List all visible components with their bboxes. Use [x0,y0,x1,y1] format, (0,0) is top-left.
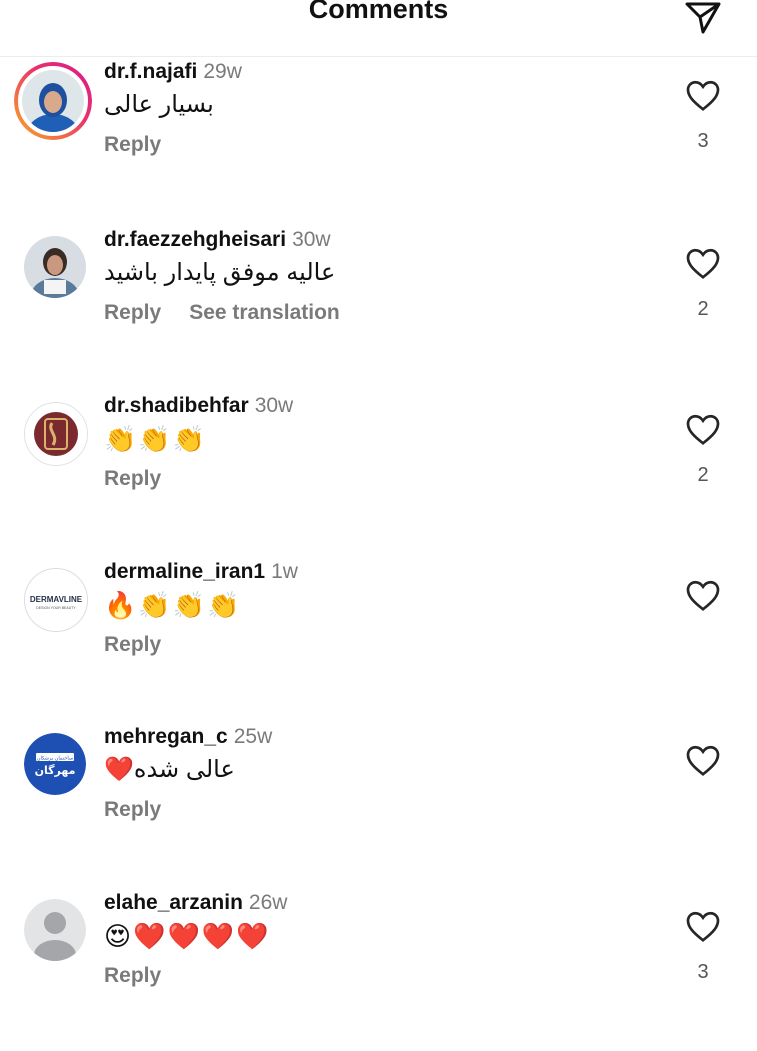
reply-button[interactable]: Reply [104,633,161,656]
mehregan-logo-main: مهرگان [35,764,76,777]
comment-text: 🔥👏👏👏 [104,590,242,620]
comment-text: 😍❤️❤️❤️❤️ [104,921,271,951]
comment-item: dr.faezzehgheisari 30w عالیه موفق پایدار … [0,228,757,388]
comment-text: عالیه موفق پایدار باشید [104,259,336,286]
reply-button[interactable]: Reply [104,798,161,821]
reply-button[interactable]: Reply [104,467,161,490]
reply-button[interactable]: Reply [104,301,161,324]
reply-button[interactable]: Reply [104,133,161,156]
username[interactable]: dr.shadibehfar [104,394,249,417]
heart-icon[interactable] [685,743,721,777]
reply-button[interactable]: Reply [104,964,161,987]
like-control [683,578,723,668]
timestamp: 30w [254,394,294,417]
comment-actions: Reply See translation [104,301,368,325]
like-count: 2 [697,464,709,486]
dermaline-tagline: DESIGN YOUR BEAUTY [36,606,76,610]
comment-text: عالی شده❤️ [104,756,235,783]
avatar[interactable]: ساختمان پزشکان مهرگان [24,733,86,795]
like-control: 2 [683,246,723,336]
username[interactable]: dr.f.najafi [104,60,197,83]
like-count: 3 [697,961,709,983]
comment-item: dr.f.najafi 29w بسیار عالی Reply 3 [0,60,757,220]
comment-item: dr.shadibehfar 30w 👏👏👏 Reply 2 [0,394,757,554]
timestamp: 25w [233,725,273,748]
comment-header: mehregan_c 25w [104,725,272,749]
like-count: 2 [697,298,709,320]
avatar[interactable] [14,62,92,140]
comment-item: elahe_arzanin 26w 😍❤️❤️❤️❤️ Reply 3 [0,891,757,1051]
mehregan-logo-top: ساختمان پزشکان [37,756,73,762]
timestamp: 30w [292,228,331,251]
dermaline-logo: DERMAVLINE [30,595,83,604]
like-control: 3 [683,909,723,999]
page-title: Comments [308,0,449,24]
comment-actions: Reply [104,964,189,988]
username[interactable]: dr.faezzehgheisari [104,228,286,251]
like-control [683,743,723,833]
comment-header: dr.faezzehgheisari 30w [104,228,331,252]
comment-item: DERMAVLINE DESIGN YOUR BEAUTY dermaline_… [0,560,757,720]
comment-text: 👏👏👏 [104,424,208,454]
comment-actions: Reply [104,133,189,157]
like-count: 3 [697,130,709,152]
timestamp: 26w [248,891,288,914]
avatar[interactable] [24,899,86,961]
see-translation-button[interactable]: See translation [189,301,340,324]
heart-icon[interactable] [685,78,721,112]
username[interactable]: dermaline_iran1 [104,560,265,583]
send-icon[interactable] [683,0,723,36]
timestamp: 29w [203,60,242,83]
like-control: 2 [683,412,723,502]
username[interactable]: elahe_arzanin [104,891,243,914]
heart-icon[interactable] [685,909,721,943]
comment-actions: Reply [104,633,189,657]
comment-header: elahe_arzanin 26w [104,891,287,915]
heart-icon[interactable] [685,246,721,280]
comment-item: ساختمان پزشکان مهرگان mehregan_c 25w عالی… [0,725,757,885]
heart-icon[interactable] [685,412,721,446]
like-control: 3 [683,78,723,168]
avatar[interactable] [24,236,86,298]
avatar[interactable]: DERMAVLINE DESIGN YOUR BEAUTY [24,568,88,632]
username[interactable]: mehregan_c [104,725,228,748]
timestamp: 1w [271,560,298,583]
comment-text: بسیار عالی [104,91,214,118]
comment-header: dr.f.najafi 29w [104,60,242,84]
header-bar: Comments [0,0,757,57]
comment-actions: Reply [104,467,189,491]
heart-icon[interactable] [685,578,721,612]
comment-actions: Reply [104,798,189,822]
avatar[interactable] [24,402,88,466]
comment-header: dermaline_iran1 1w [104,560,298,584]
comment-header: dr.shadibehfar 30w [104,394,293,418]
